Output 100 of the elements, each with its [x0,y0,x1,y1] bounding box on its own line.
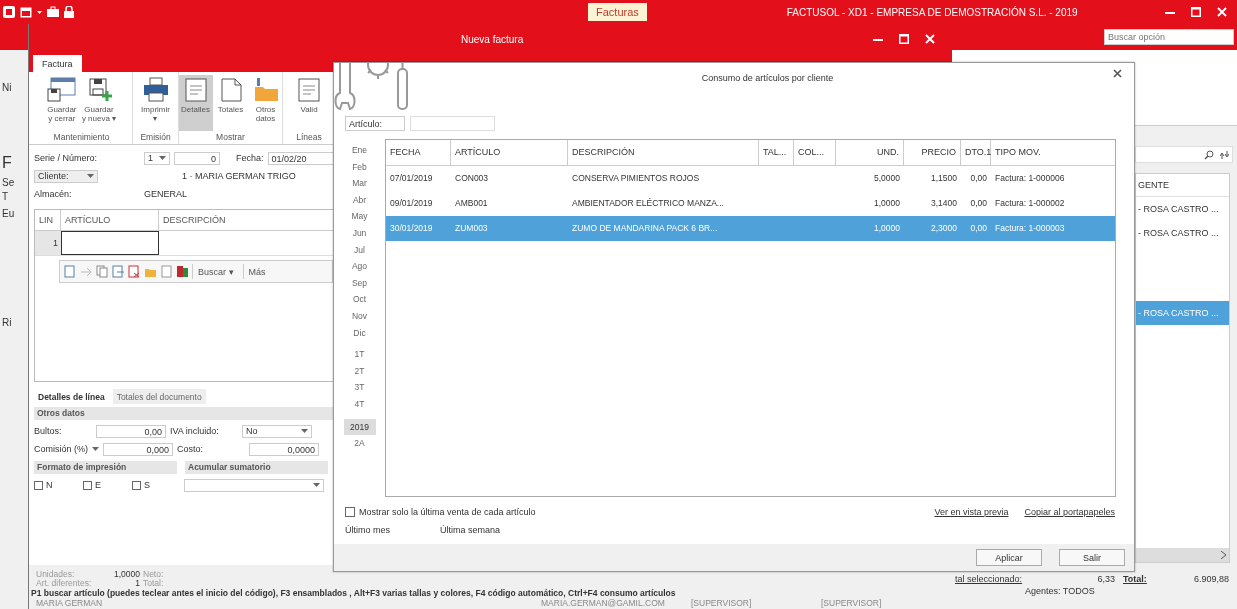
cost-field[interactable]: 0,0000 [249,442,319,456]
table-cell-text: 09/01/2019 [389,197,434,210]
period-item[interactable]: 3T [343,379,376,396]
period-item[interactable]: 2A [343,435,376,452]
shortcut-hint: P1 buscar artículo (puedes teclear antes el inicio del código), F3 ensamblados , Alt+F3 varias tallas y colores, F4 código automático, Ctrl+F4 consumo artículos [29,588,952,598]
period-item[interactable]: Oct [343,291,376,308]
period-item[interactable]: Feb [343,158,376,176]
ribbon-button[interactable]: Valid [292,75,326,131]
caret-icon[interactable] [301,429,308,433]
checkbox[interactable] [345,507,355,517]
summary-label: Unidades: [36,570,76,579]
date-field[interactable]: 01/02/20 [267,151,334,165]
checkbox[interactable] [132,480,141,490]
field-label: Bultos: [34,426,63,436]
period-item[interactable]: 2019 [343,418,376,436]
table-cell-text: 5,0000 [873,172,901,185]
checkbox-label: E [95,480,101,490]
period-item[interactable]: Ene [343,142,376,159]
caret-icon[interactable] [37,10,42,14]
ribbon-button[interactable]: Otros datos [248,75,283,131]
list-row[interactable]: - ROSA CASTRO ... [1136,197,1229,221]
cut-label: T [2,191,9,203]
article-field[interactable] [410,116,495,131]
ribbon-button[interactable]: Guardar y cerrar [44,75,79,131]
toolbar-button[interactable]: Buscar ▾ [192,264,239,279]
dialog-button[interactable]: Aplicar [976,549,1042,566]
filter-link[interactable]: Última semana [440,525,501,535]
number-field[interactable]: 0 [174,151,220,165]
summary-label: Total: [143,579,164,588]
scroll-right-icon[interactable] [1221,551,1226,559]
period-item[interactable]: Mar [343,175,376,192]
table-row[interactable]: 07/01/2019 CON003 CONSERVA PIMIENTOS ROJOS 5,0000 1,1500 0,00 Factura: 1-000006 [386,166,1115,191]
maximize-icon[interactable] [1191,7,1201,17]
search-field[interactable]: Buscar opción [1104,29,1234,45]
period-item[interactable]: 1T [343,346,376,363]
import-icon[interactable] [112,265,124,278]
caret-icon[interactable] [313,483,320,487]
cut-label: Ri [2,317,12,329]
period-item[interactable]: Ago [343,258,376,275]
link[interactable]: Copiar al portapapeles [1024,507,1115,517]
user-email: MARIA.GERMAN@GAMIL.COM [541,598,666,609]
ribbon-tab[interactable]: Factura [33,55,82,72]
list-row[interactable]: - ROSA CASTRO ... [1136,221,1229,245]
column-header: ARTÍCULO [451,140,568,165]
period-item[interactable]: Sep [343,274,376,292]
ribbon-button[interactable]: Totales [213,75,248,131]
vat-select[interactable]: No [242,424,312,438]
ribbon-button[interactable]: Detalles [178,75,213,131]
ribbon-button[interactable]: Guardar y nueva ▾ [79,75,119,131]
delete-document-icon[interactable] [128,265,140,278]
table-cell-text: Factura: 1-000003 [994,222,1066,235]
input-field[interactable] [61,231,159,255]
detail-tab[interactable]: Totales del documento [112,389,206,404]
close-icon[interactable] [1113,69,1122,78]
toolbar-button[interactable]: Más [242,264,271,279]
period-item[interactable]: 4T [343,395,376,413]
arrows-icon[interactable] [1220,149,1229,160]
column-header: DESCRIPCIÓN [162,214,227,227]
checkbox[interactable] [34,480,43,490]
caret-icon[interactable] [87,174,94,178]
calendar-icon[interactable] [20,6,32,18]
period-item[interactable]: Nov [343,307,376,325]
checkbox[interactable] [83,480,92,490]
period-item[interactable]: Jun [343,224,376,242]
spreadsheet-icon[interactable] [176,265,188,278]
field-label: Almacén: [34,189,73,199]
lock-icon[interactable] [64,6,74,18]
group-caption: Líneas [295,131,323,144]
search-icon[interactable] [1204,149,1214,160]
packages-field[interactable]: 0,00 [96,424,166,438]
dialog-button[interactable]: Salir [1059,549,1125,566]
table-row[interactable]: 09/01/2019 AMB001 AMBIENTADOR ELÉCTRICO MANZA... 1,0000 3,1400 0,00 Factura: 1-000002 [386,191,1115,216]
caret-icon[interactable] [92,447,99,451]
column-header: UND. [836,140,904,165]
cut-label: Se [2,177,15,189]
filter-link[interactable]: Último mes [345,525,440,535]
commission-field[interactable]: 0,000 [103,442,173,456]
logo-icon[interactable] [3,6,15,18]
document-icon[interactable] [64,265,76,278]
checkbox-label: S [144,480,150,490]
link[interactable]: Ver en vista previa [934,507,1009,517]
series-spinner[interactable]: 1 [144,151,170,165]
table-cell-text: 2,3000 [930,222,958,235]
period-item[interactable]: 2T [343,362,376,380]
summary-label: Neto: [143,570,164,579]
summary-label: Art. diferentes: [36,579,93,588]
ribbon-button[interactable]: Imprimir ▾ [138,75,173,131]
checkbox-label: Mostrar solo la última venta de cada artículo [359,507,536,517]
search-field[interactable] [1135,146,1233,163]
briefcase-icon[interactable] [47,6,59,18]
period-item[interactable]: May [343,208,376,225]
client-button[interactable]: Cliente: [34,169,98,183]
period-item[interactable]: Abr [343,191,376,209]
module-tab[interactable]: Facturas [588,3,647,21]
period-item[interactable]: Jul [343,241,376,259]
period-item[interactable]: Dic [343,324,376,342]
caret-icon[interactable] [159,156,166,160]
column-header: ARTÍCULO [61,210,159,230]
table-cell-text: ZUM003 [454,222,489,235]
maximize-icon[interactable] [899,34,909,44]
